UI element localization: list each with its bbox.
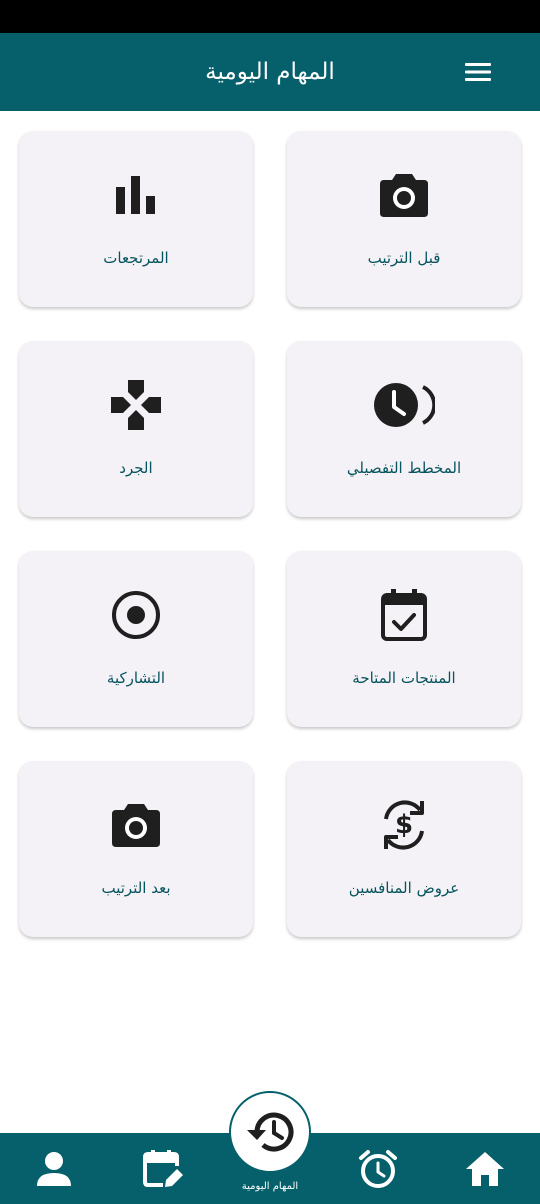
person-icon <box>37 1152 71 1186</box>
nav-alarm[interactable] <box>348 1143 408 1195</box>
app-bar: المهام اليومية <box>0 33 540 111</box>
menu-button[interactable] <box>452 52 504 92</box>
tile-available-products[interactable]: المنتجات المتاحة <box>287 551 521 727</box>
tile-label: المخطط التفصيلي <box>346 459 462 477</box>
tile-label: الجرد <box>119 459 153 477</box>
tile-label: قبل الترتيب <box>367 249 441 267</box>
tile-label: المرتجعات <box>103 249 169 267</box>
edit-calendar-icon <box>143 1150 183 1187</box>
tile-before-arrangement[interactable]: قبل الترتيب <box>287 131 521 307</box>
nav-daily-tasks[interactable] <box>229 1091 311 1173</box>
alarm-icon <box>359 1150 397 1188</box>
nav-home[interactable] <box>455 1143 515 1195</box>
gamepad-icon <box>111 380 161 430</box>
nav-daily-tasks-label: المهام اليومية <box>241 1181 299 1192</box>
status-bar <box>0 0 540 33</box>
nav-profile[interactable] <box>24 1143 84 1195</box>
tile-partnership[interactable]: التشاركية <box>19 551 253 727</box>
tile-detailed-plan[interactable]: المخطط التفصيلي <box>287 341 521 517</box>
tile-after-arrangement[interactable]: بعد الترتيب <box>19 761 253 937</box>
tile-label: بعد الترتيب <box>101 879 171 897</box>
bar-chart-icon <box>116 176 155 214</box>
tile-returns[interactable]: المرتجعات <box>19 131 253 307</box>
svg-text:$: $ <box>395 810 413 840</box>
history-icon <box>247 1112 294 1152</box>
nav-edit-calendar[interactable] <box>133 1143 193 1195</box>
radio-button-icon <box>112 591 160 639</box>
camera-icon <box>380 174 428 217</box>
tile-label: عروض المنافسين <box>348 879 460 897</box>
calendar-check-icon <box>381 589 427 641</box>
tile-competitor-offers[interactable]: $ عروض المنافسين <box>287 761 521 937</box>
tile-label: التشاركية <box>106 669 166 687</box>
home-icon <box>466 1152 504 1186</box>
tile-inventory[interactable]: الجرد <box>19 341 253 517</box>
currency-exchange-icon: $ <box>384 800 424 850</box>
clock-icon <box>374 383 435 427</box>
task-grid: قبل الترتيب المرتجعات المخطط التفصيلي ال… <box>19 131 521 937</box>
tile-label: المنتجات المتاحة <box>352 669 456 687</box>
camera-icon <box>112 804 160 847</box>
menu-icon <box>465 63 491 81</box>
